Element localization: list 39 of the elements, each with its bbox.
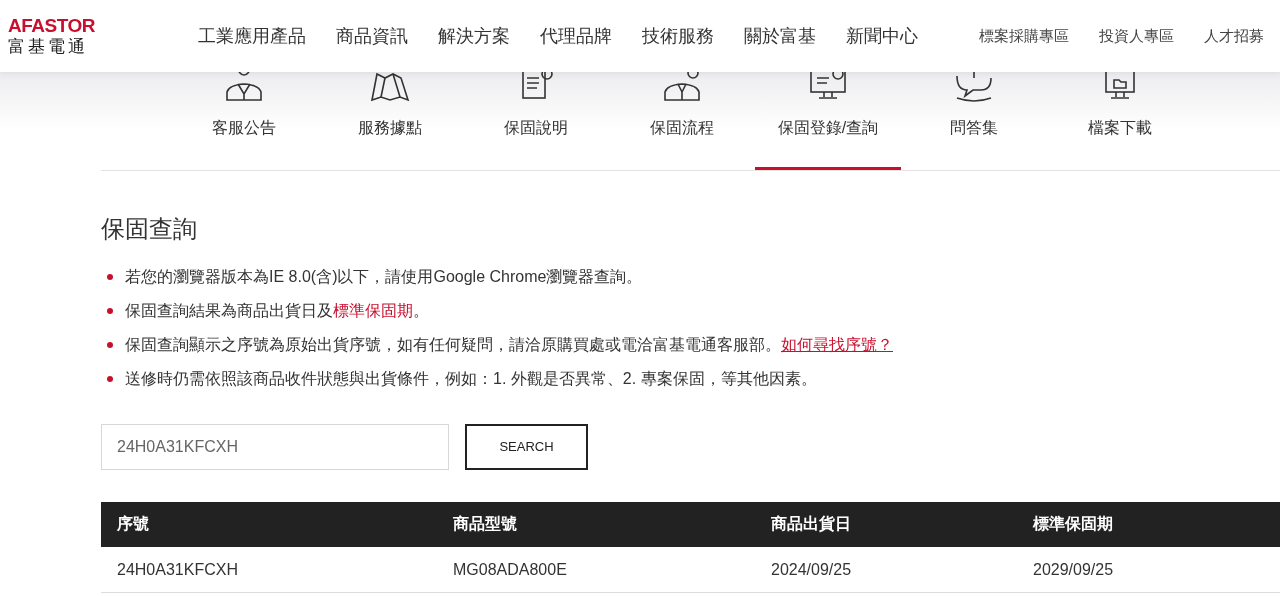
column-header: 序號 (101, 501, 437, 547)
bullet-icon (107, 341, 113, 348)
utility-link[interactable]: 投資人專區 (1099, 24, 1174, 48)
column-header: 商品型號 (437, 501, 755, 547)
nav-link[interactable]: 新聞中心 (846, 22, 918, 50)
nav-link[interactable]: 關於富基 (744, 22, 816, 50)
nav-link[interactable]: 解決方案 (438, 22, 510, 50)
utility-link[interactable]: 人才招募 (1204, 24, 1264, 48)
table-cell: 2029/09/25 (1017, 546, 1280, 593)
note-text: 若您的瀏覽器版本為IE 8.0(含)以下，請使用Google Chrome瀏覽器查詢。 (125, 266, 643, 287)
nav-link[interactable]: 工業應用產品 (198, 22, 306, 50)
page-heading: 保固查詢 (101, 215, 198, 244)
service-tab[interactable]: 服務據點 (317, 70, 463, 170)
logo-name[interactable]: 富基電通 (8, 36, 198, 56)
service-tab[interactable]: 保固登錄/查詢 (755, 70, 901, 170)
logo-brand[interactable]: AFASTOR (8, 16, 198, 36)
column-header: 商品出貨日 (755, 501, 1017, 547)
search-button[interactable]: SEARCH (465, 423, 588, 470)
service-tab[interactable]: 檔案下載 (1047, 70, 1193, 170)
help-link[interactable]: 如何尋找序號？ (781, 335, 893, 353)
bullet-icon (107, 375, 113, 382)
service-tab[interactable]: 客服公告 (171, 70, 317, 170)
serial-input[interactable]: 24H0A31KFCXH (101, 423, 449, 470)
service-tab[interactable]: 問答集 (901, 70, 1047, 170)
nav-link[interactable]: 商品資訊 (336, 22, 408, 50)
bullet-icon (107, 273, 113, 280)
utility-link[interactable]: 標案採購專區 (979, 24, 1069, 48)
note-text: 保固查詢顯示之序號為原始出貨序號，如有任何疑問，請洽原購買處或電洽富基電通客服部。如何尋找序號？ (125, 334, 893, 355)
bullet-icon (107, 307, 113, 314)
table-cell: 2024/09/25 (755, 546, 1017, 593)
table-cell: MG08ADA800E (437, 546, 755, 593)
table-cell: 24H0A31KFCXH (101, 546, 437, 593)
column-header: 標準保固期 (1017, 501, 1280, 547)
note-text: 送修時仍需依照該商品收件狀態與出貨條件，例如：1. 外觀是否異常、2. 專案保固，等其他因素。 (125, 368, 817, 389)
service-tab[interactable]: 保固說明 (463, 70, 609, 170)
note-text: 保固查詢結果為商品出貨日及標準保固期。 (125, 300, 429, 321)
service-tab[interactable]: 保固流程 (609, 70, 755, 170)
nav-link[interactable]: 技術服務 (642, 22, 714, 50)
nav-link[interactable]: 代理品牌 (540, 22, 612, 50)
